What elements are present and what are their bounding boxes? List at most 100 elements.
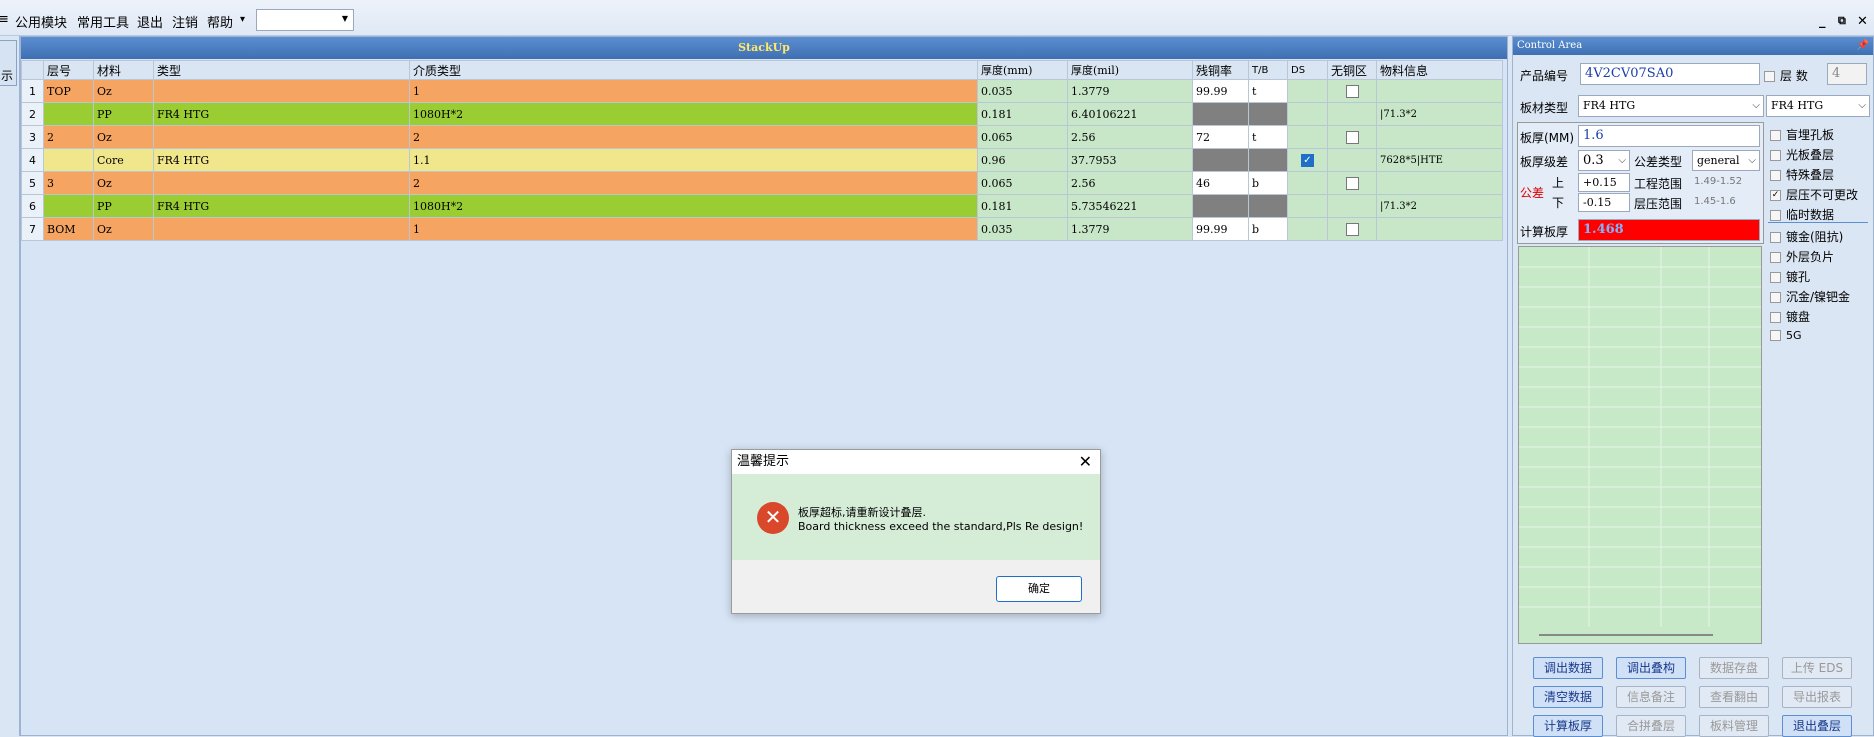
column-header[interactable]: T/B [1248, 60, 1288, 80]
cell-tb[interactable]: b [1248, 217, 1288, 241]
cell-thickness-mm[interactable]: 0.035 [977, 79, 1068, 103]
cell-ds[interactable] [1287, 102, 1328, 126]
close-icon[interactable]: ✕ [1857, 14, 1868, 29]
option-checkbox[interactable]: 光板叠层 [1770, 146, 1834, 163]
cell-thickness-mil[interactable]: 37.7953 [1067, 148, 1193, 172]
column-header[interactable]: 残铜率 [1192, 60, 1249, 80]
action-button[interactable]: 清空数据 [1533, 686, 1603, 708]
cell-dielectric[interactable]: 2 [409, 171, 978, 195]
cell-ds[interactable] [1287, 194, 1328, 218]
upper-tolerance-input[interactable]: +0.15 [1578, 173, 1630, 192]
cell-type[interactable] [153, 171, 410, 195]
pin-icon[interactable]: 📌 [1857, 37, 1869, 55]
cell-thickness-mm[interactable]: 0.181 [977, 102, 1068, 126]
cell-dielectric[interactable]: 1080H*2 [409, 102, 978, 126]
cell-copper-rate[interactable]: 46 [1192, 171, 1249, 195]
table-row[interactable]: 7 BOM Oz 1 0.035 1.3779 99.99 b [21, 217, 1503, 241]
cell-material[interactable]: Oz [93, 79, 154, 103]
cell-tb[interactable] [1248, 102, 1288, 126]
product-number-input[interactable]: 4V2CV07SA0 [1580, 63, 1760, 85]
cell-layer[interactable] [43, 102, 94, 126]
cell-no-copper[interactable] [1327, 217, 1377, 241]
cell-dielectric[interactable]: 2 [409, 125, 978, 149]
cell-ds[interactable] [1287, 79, 1328, 103]
cell-thickness-mm[interactable]: 0.035 [977, 217, 1068, 241]
action-button[interactable]: 信息备注 [1616, 686, 1686, 708]
cell-type[interactable] [153, 217, 410, 241]
action-button[interactable]: 合拼叠层 [1616, 715, 1686, 737]
cell-thickness-mm[interactable]: 0.181 [977, 194, 1068, 218]
close-icon[interactable]: ✕ [1079, 450, 1092, 474]
row-number[interactable]: 1 [21, 79, 44, 103]
column-header[interactable]: DS [1287, 60, 1328, 80]
cell-tb[interactable]: b [1248, 171, 1288, 195]
cell-material-info[interactable]: |71.3*2 [1376, 102, 1503, 126]
column-header[interactable]: 物料信息 [1376, 60, 1503, 80]
option-checkbox[interactable]: 外层负片 [1770, 248, 1834, 265]
column-header[interactable]: 材料 [93, 60, 154, 80]
action-button[interactable]: 上传 EDS [1782, 657, 1852, 679]
no-copper-checkbox[interactable] [1345, 222, 1359, 236]
cell-thickness-mm[interactable]: 0.065 [977, 125, 1068, 149]
cell-ds[interactable]: ✓ [1287, 148, 1328, 172]
cell-type[interactable] [153, 79, 410, 103]
cell-material[interactable]: PP [93, 102, 154, 126]
cell-thickness-mil[interactable]: 1.3779 [1067, 217, 1193, 241]
cell-no-copper[interactable] [1327, 171, 1377, 195]
cell-thickness-mm[interactable]: 0.065 [977, 171, 1068, 195]
cell-thickness-mil[interactable]: 2.56 [1067, 171, 1193, 195]
cell-dielectric[interactable]: 1080H*2 [409, 194, 978, 218]
help-dropdown-icon[interactable]: ▾ [240, 14, 245, 25]
cell-dielectric[interactable]: 1 [409, 79, 978, 103]
menu-item-public-module[interactable]: 公用模块 [15, 12, 67, 31]
no-copper-checkbox[interactable] [1345, 176, 1359, 190]
tolerance-type-select[interactable]: general ⌵ [1692, 150, 1760, 171]
row-number[interactable]: 7 [21, 217, 44, 241]
lower-tolerance-input[interactable]: -0.15 [1578, 193, 1630, 212]
thickness-input[interactable]: 1.6 [1578, 125, 1760, 147]
table-row[interactable]: 1 TOP Oz 1 0.035 1.3779 99.99 t [21, 79, 1503, 103]
menu-item-help[interactable]: 帮助 [207, 12, 233, 31]
material-type-select-2[interactable]: FR4 HTG ⌵ [1766, 95, 1870, 117]
ds-checkbox[interactable]: ✓ [1301, 153, 1314, 167]
menu-combo-box[interactable]: ▼ [256, 9, 354, 31]
cell-layer[interactable]: BOM [43, 217, 94, 241]
menu-item-cut[interactable]: ≡ [0, 12, 9, 27]
cell-material[interactable]: Oz [93, 125, 154, 149]
cell-thickness-mil[interactable]: 6.40106221 [1067, 102, 1193, 126]
cell-no-copper[interactable] [1327, 125, 1377, 149]
restore-icon[interactable]: ⧉ [1838, 14, 1846, 28]
action-button[interactable]: 数据存盘 [1699, 657, 1769, 679]
cell-no-copper[interactable] [1327, 102, 1377, 126]
cell-dielectric[interactable]: 1 [409, 217, 978, 241]
cell-tb[interactable]: t [1248, 125, 1288, 149]
side-tab[interactable]: 示 [0, 40, 17, 86]
action-button[interactable]: 调出数据 [1533, 657, 1603, 679]
cell-no-copper[interactable] [1327, 194, 1377, 218]
ok-button[interactable]: 确定 [996, 576, 1082, 602]
action-button[interactable]: 调出叠构 [1616, 657, 1686, 679]
option-checkbox[interactable]: 特殊叠层 [1770, 166, 1834, 183]
cell-material[interactable]: PP [93, 194, 154, 218]
cell-copper-rate[interactable]: 99.99 [1192, 217, 1249, 241]
cell-tb[interactable] [1248, 148, 1288, 172]
cell-tb[interactable] [1248, 194, 1288, 218]
cell-material-info[interactable] [1376, 171, 1503, 195]
thickness-detail-grid[interactable] [1518, 246, 1762, 644]
cell-layer[interactable]: TOP [43, 79, 94, 103]
layers-checkbox[interactable]: 层 数 [1764, 67, 1808, 84]
menu-item-common-tools[interactable]: 常用工具 [77, 12, 129, 31]
option-checkbox[interactable]: 镀盘 [1770, 308, 1810, 325]
cell-ds[interactable] [1287, 125, 1328, 149]
action-button[interactable]: 板料管理 [1699, 715, 1769, 737]
menu-item-exit[interactable]: 退出 [137, 12, 163, 31]
cell-thickness-mil[interactable]: 1.3779 [1067, 79, 1193, 103]
cell-copper-rate[interactable] [1192, 194, 1249, 218]
cell-thickness-mil[interactable]: 5.73546221 [1067, 194, 1193, 218]
cell-copper-rate[interactable] [1192, 148, 1249, 172]
table-row[interactable]: 4 Core FR4 HTG 1.1 0.96 37.7953 ✓ 7628*5|HTE [21, 148, 1503, 172]
column-header[interactable]: 层号 [43, 60, 94, 80]
action-button[interactable]: 计算板厚 [1533, 715, 1603, 737]
option-checkbox[interactable]: 沉金/镍钯金 [1770, 288, 1850, 305]
cell-tb[interactable]: t [1248, 79, 1288, 103]
